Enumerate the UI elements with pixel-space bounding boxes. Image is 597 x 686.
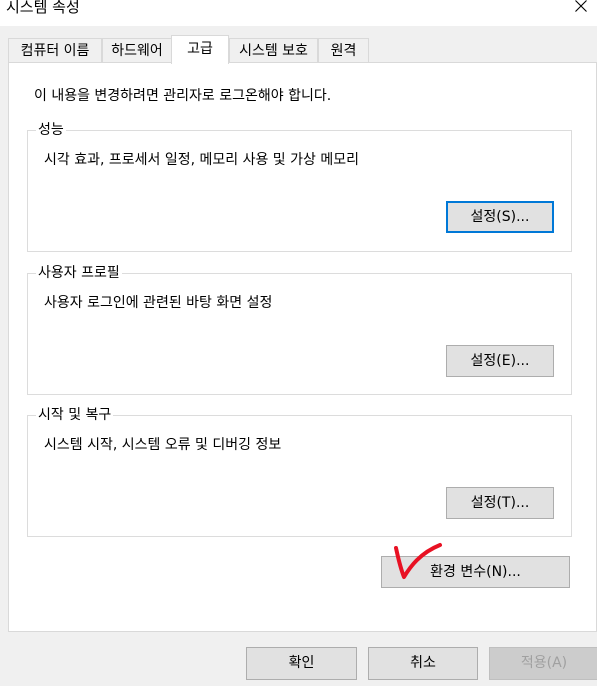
startup-recovery-description: 시스템 시작, 시스템 오류 및 디버깅 정보 bbox=[44, 437, 282, 453]
user-profiles-settings-button[interactable]: 설정(E)... bbox=[446, 345, 554, 377]
ok-button[interactable]: 확인 bbox=[246, 647, 357, 680]
startup-recovery-group-title: 시작 및 복구 bbox=[36, 406, 114, 424]
button-label: 취소 bbox=[410, 655, 436, 671]
startup-recovery-settings-button[interactable]: 설정(T)... bbox=[446, 487, 554, 519]
apply-button[interactable]: 적용(A) bbox=[489, 647, 597, 680]
tab-system-protection[interactable]: 시스템 보호 bbox=[229, 38, 318, 62]
button-label: 설정(E)... bbox=[470, 353, 530, 369]
close-button[interactable] bbox=[563, 0, 597, 26]
performance-group bbox=[27, 130, 572, 252]
user-profiles-group-title: 사용자 프로필 bbox=[36, 264, 122, 282]
button-label: 적용(A) bbox=[520, 655, 568, 671]
cancel-button[interactable]: 취소 bbox=[368, 647, 478, 680]
tab-label: 원격 bbox=[330, 43, 357, 59]
tab-label: 시스템 보호 bbox=[239, 43, 308, 59]
tab-hardware[interactable]: 하드웨어 bbox=[102, 38, 172, 62]
performance-settings-button[interactable]: 설정(S)... bbox=[446, 201, 554, 233]
close-icon bbox=[575, 0, 587, 12]
performance-description: 시각 효과, 프로세서 일정, 메모리 사용 및 가상 메모리 bbox=[44, 152, 359, 168]
tab-label: 하드웨어 bbox=[111, 43, 163, 59]
tab-label: 컴퓨터 이름 bbox=[20, 43, 90, 59]
admin-notice: 이 내용을 변경하려면 관리자로 로그온해야 합니다. bbox=[34, 88, 332, 104]
title-bar: 시스템 속성 bbox=[0, 0, 597, 26]
red-checkmark-annotation bbox=[394, 543, 442, 579]
button-label: 설정(S)... bbox=[470, 209, 530, 225]
tab-remote[interactable]: 원격 bbox=[318, 38, 369, 62]
tab-advanced[interactable]: 고급 bbox=[171, 35, 229, 64]
performance-group-title: 성능 bbox=[36, 121, 66, 139]
window-title: 시스템 속성 bbox=[6, 0, 80, 16]
user-profiles-description: 사용자 로그인에 관련된 바탕 화면 설정 bbox=[44, 295, 273, 311]
tab-label: 고급 bbox=[187, 41, 213, 57]
button-label: 설정(T)... bbox=[470, 495, 530, 511]
tab-computer-name[interactable]: 컴퓨터 이름 bbox=[8, 38, 102, 62]
button-label: 확인 bbox=[288, 655, 315, 671]
